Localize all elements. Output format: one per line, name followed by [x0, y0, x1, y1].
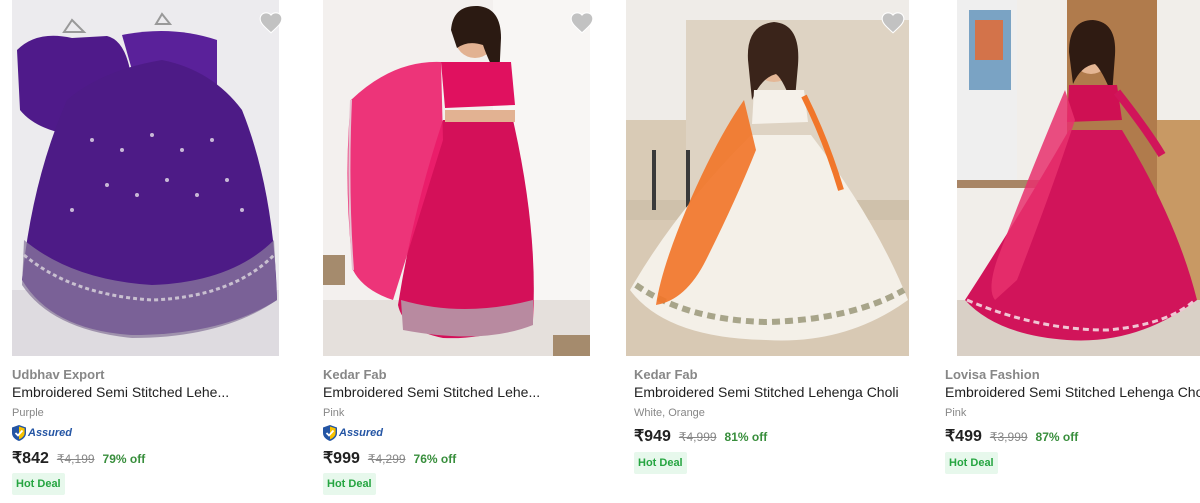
hot-deal-badge: Hot Deal [634, 452, 687, 474]
product-color: Pink [945, 407, 967, 419]
discount-percent: 76% off [413, 452, 457, 466]
original-price: ₹4,199 [56, 452, 95, 466]
product-image[interactable] [626, 0, 909, 356]
product-brand: Udbhav Export [12, 367, 105, 382]
shield-check-icon [323, 425, 337, 441]
product-color: Purple [12, 407, 44, 419]
product-card[interactable]: Kedar Fab Embroidered Semi Stitched Lehe… [323, 0, 613, 503]
assured-label: Assured [339, 427, 384, 439]
hot-deal-badge: Hot Deal [945, 452, 998, 474]
selling-price: ₹842 [12, 450, 49, 467]
hot-deal-badge: Hot Deal [12, 473, 65, 495]
price-row: ₹999 ₹4,299 76% off [323, 448, 456, 468]
original-price: ₹4,299 [367, 452, 406, 466]
discount-percent: 87% off [1035, 430, 1079, 444]
price-row: ₹842 ₹4,199 79% off [12, 448, 145, 468]
selling-price: ₹999 [323, 450, 360, 467]
product-image[interactable] [12, 0, 279, 356]
heart-icon[interactable] [258, 10, 284, 36]
product-brand: Kedar Fab [323, 367, 387, 382]
product-card[interactable]: Kedar Fab Embroidered Semi Stitched Lehe… [626, 0, 924, 503]
selling-price: ₹949 [634, 428, 671, 445]
price-row: ₹949 ₹4,999 81% off [634, 426, 767, 446]
heart-icon[interactable] [880, 10, 906, 36]
product-title[interactable]: Embroidered Semi Stitched Lehenga Choli [634, 384, 899, 400]
heart-icon[interactable] [569, 10, 595, 36]
product-card[interactable]: Lovisa Fashion Embroidered Semi Stitched… [945, 0, 1200, 503]
original-price: ₹4,999 [678, 430, 717, 444]
product-title[interactable]: Embroidered Semi Stitched Lehe... [323, 384, 540, 400]
hot-deal-badge: Hot Deal [323, 473, 376, 495]
selling-price: ₹499 [945, 428, 982, 445]
price-row: ₹499 ₹3,999 87% off [945, 426, 1078, 446]
product-title[interactable]: Embroidered Semi Stitched Lehe... [12, 384, 229, 400]
product-color: Pink [323, 407, 345, 419]
assured-label: Assured [28, 427, 73, 439]
assured-badge: Assured [12, 425, 72, 441]
assured-badge: Assured [323, 425, 383, 441]
discount-percent: 79% off [102, 452, 146, 466]
product-image[interactable] [323, 0, 590, 356]
product-card[interactable]: Udbhav Export Embroidered Semi Stitched … [12, 0, 302, 503]
original-price: ₹3,999 [989, 430, 1028, 444]
product-brand: Lovisa Fashion [945, 367, 1040, 382]
shield-check-icon [12, 425, 26, 441]
product-image[interactable] [957, 0, 1200, 356]
product-color: White, Orange [634, 407, 705, 419]
product-brand: Kedar Fab [634, 367, 698, 382]
product-title[interactable]: Embroidered Semi Stitched Lehenga Choli [945, 384, 1200, 400]
discount-percent: 81% off [724, 430, 768, 444]
